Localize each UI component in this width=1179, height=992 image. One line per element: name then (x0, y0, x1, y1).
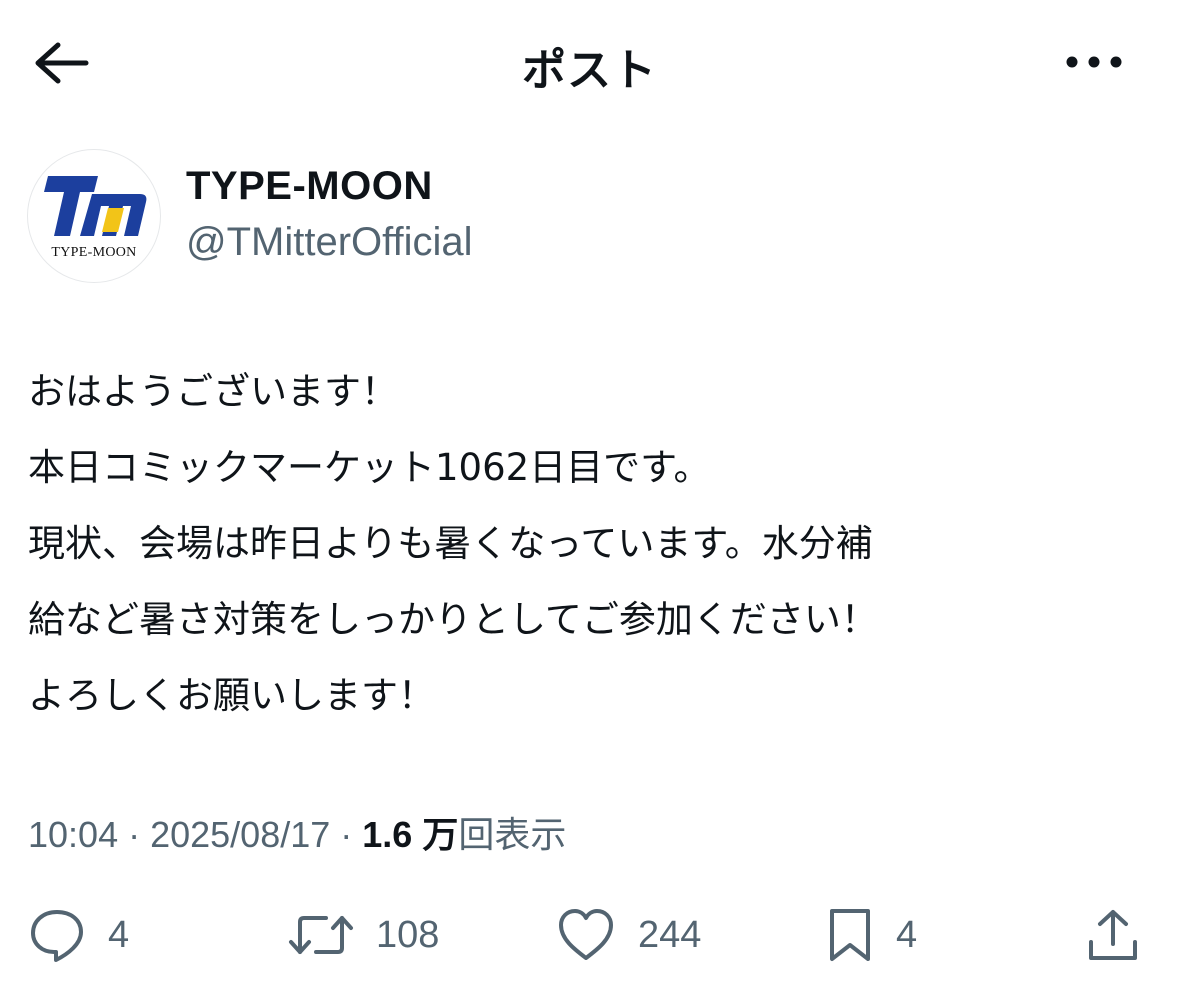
tweet-line: 現状、会場は昨日よりも暑くなっています。水分補 (28, 522, 873, 565)
repost-arrows-icon (289, 916, 353, 954)
like-button[interactable]: 244 (556, 900, 701, 970)
tweet-date[interactable]: 2025/08/17 (150, 814, 330, 855)
separator: · (330, 814, 363, 855)
tweet-meta: 10:04 · 2025/08/17 · 1.6 万回表示 (28, 806, 566, 858)
display-name[interactable]: TYPE-MOON (186, 164, 433, 209)
avatar[interactable]: TYPE-MOON (27, 149, 161, 283)
type-moon-logo: TYPE-MOON (44, 176, 147, 260)
svg-text:TYPE-MOON: TYPE-MOON (51, 245, 136, 260)
tweet-line: よろしくお願いします！ (28, 674, 435, 717)
separator: · (118, 814, 151, 855)
views-count[interactable]: 1.6 万 (362, 814, 458, 855)
share-upload-icon (1089, 910, 1137, 960)
bookmark-button[interactable]: 4 (826, 900, 917, 970)
tweet-text: おはようございます！ 本日コミックマーケット1062日目です。 現状、会場は昨日… (28, 354, 1158, 734)
top-bar: ポスト (0, 0, 1179, 124)
more-options-button[interactable] (1062, 46, 1126, 78)
speech-bubble-icon (31, 910, 83, 962)
repost-button[interactable]: 108 (288, 900, 439, 970)
repost-count: 108 (376, 913, 440, 956)
share-button[interactable] (1086, 900, 1140, 970)
views-label: 回表示 (458, 815, 567, 856)
bookmark-icon (830, 909, 870, 961)
tweet-line: おはようございます！ (28, 370, 398, 413)
page-title: ポスト (522, 45, 657, 96)
bookmark-count: 4 (896, 913, 918, 956)
reply-count: 4 (108, 913, 130, 956)
action-bar: 4 108 244 4 (0, 900, 1179, 970)
tweet-time[interactable]: 10:04 (28, 814, 118, 855)
more-horizontal-icon (1066, 56, 1122, 68)
tweet-line: 本日コミックマーケット1062日目です。 (28, 446, 711, 489)
reply-button[interactable]: 4 (28, 900, 129, 970)
user-handle[interactable]: @TMitterOfficial (186, 220, 473, 265)
heart-icon (559, 909, 613, 960)
tweet-line: 給など暑さ対策をしっかりとしてご参加ください！ (28, 598, 878, 641)
like-count: 244 (638, 913, 702, 956)
